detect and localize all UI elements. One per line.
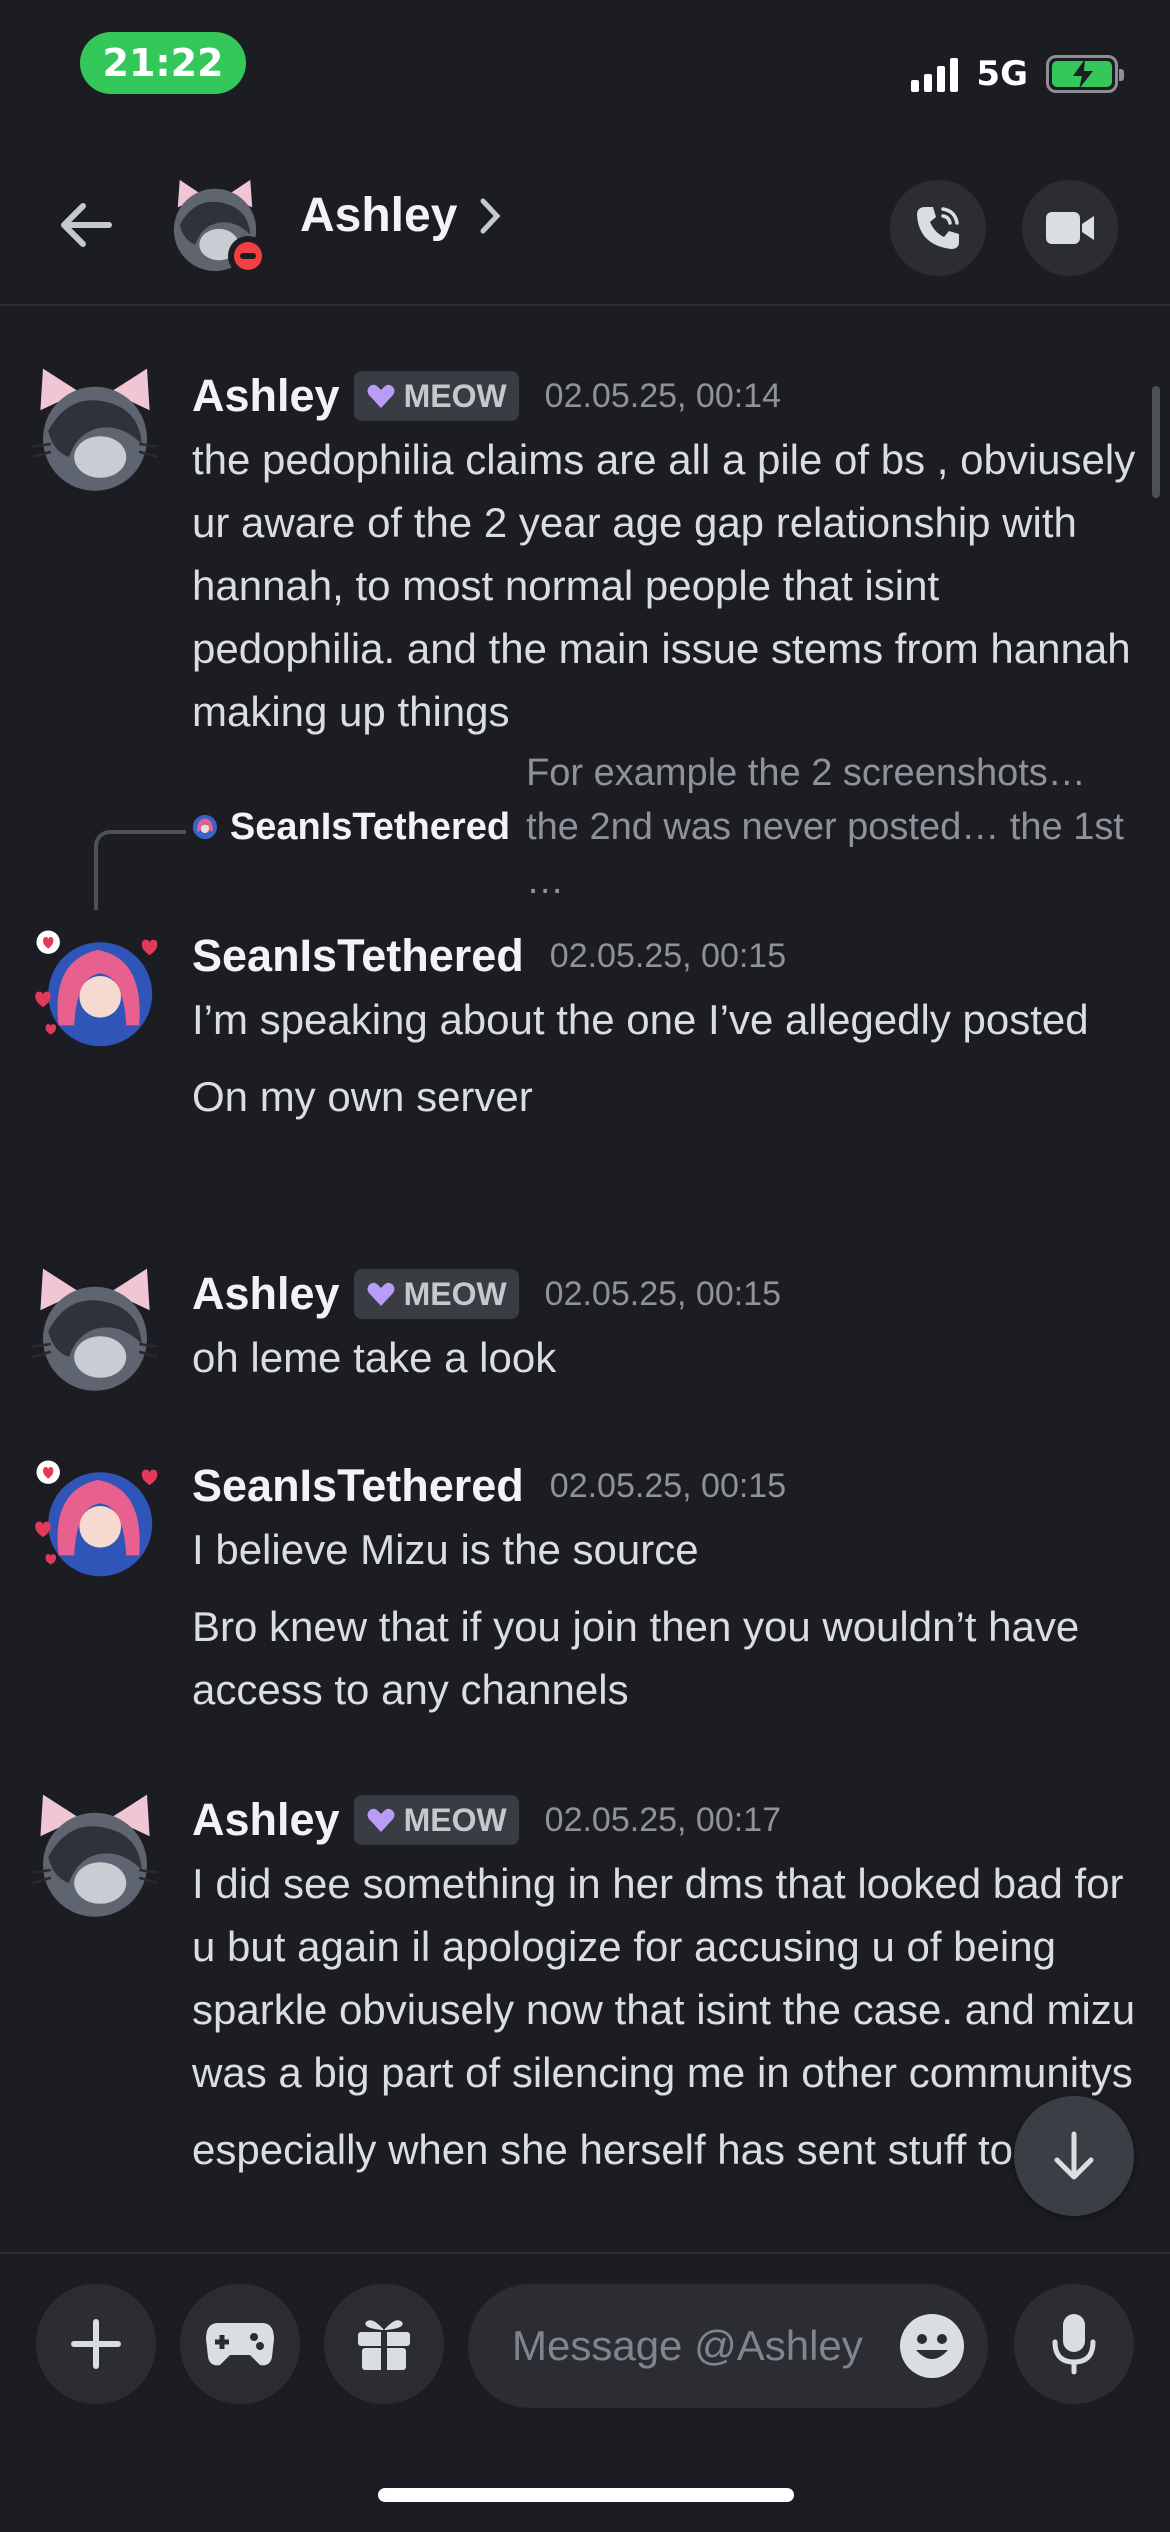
message-author[interactable]: Ashley bbox=[192, 370, 340, 422]
heart-gem-icon bbox=[367, 1282, 395, 1306]
gift-icon bbox=[358, 2320, 410, 2370]
seanistethered-avatar[interactable] bbox=[30, 924, 160, 1054]
voice-call-button[interactable] bbox=[890, 180, 986, 276]
status-indicators: 5G bbox=[911, 52, 1124, 96]
attach-button[interactable] bbox=[36, 2284, 156, 2404]
server-tag[interactable]: MEOW bbox=[353, 1795, 519, 1845]
back-arrow-icon bbox=[61, 203, 112, 247]
message-text[interactable]: On my own server bbox=[192, 1065, 1140, 1128]
message-timestamp: 02.05.25, 00:15 bbox=[544, 1274, 781, 1313]
message-text[interactable]: especially when she herself has sent stu… bbox=[192, 2118, 1140, 2181]
video-call-button[interactable] bbox=[1022, 180, 1118, 276]
status-bar: 21:22 5G bbox=[0, 0, 1170, 140]
server-tag[interactable]: MEOW bbox=[353, 371, 519, 421]
dm-header: Ashley bbox=[0, 140, 1170, 306]
gift-button[interactable] bbox=[324, 2284, 444, 2404]
ashley-avatar[interactable] bbox=[30, 1266, 160, 1396]
message-timestamp: 02.05.25, 00:15 bbox=[549, 936, 787, 975]
battery-charging-icon bbox=[1046, 55, 1124, 93]
back-button[interactable] bbox=[50, 190, 120, 260]
message-author[interactable]: SeanIsTethered bbox=[192, 930, 524, 982]
reply-connector bbox=[94, 830, 186, 910]
message-author[interactable]: SeanIsTethered bbox=[192, 1460, 524, 1512]
scrollbar[interactable] bbox=[1152, 386, 1160, 498]
message-text[interactable]: I did see something in her dms that look… bbox=[192, 1852, 1140, 2104]
ashley-avatar[interactable] bbox=[30, 1792, 160, 1922]
jump-to-present-button[interactable] bbox=[1014, 2096, 1134, 2216]
cellular-signal-icon bbox=[911, 56, 959, 92]
server-tag-label: MEOW bbox=[403, 377, 507, 414]
status-time: 21:22 bbox=[80, 32, 246, 94]
server-tag-label: MEOW bbox=[403, 1801, 507, 1838]
message-timestamp: 02.05.25, 00:17 bbox=[544, 1800, 781, 1839]
video-camera-icon bbox=[1046, 212, 1094, 244]
arrow-down-icon bbox=[1054, 2131, 1094, 2180]
message-timestamp: 02.05.25, 00:14 bbox=[544, 376, 781, 415]
message-text[interactable]: the pedophilia claims are all a pile of … bbox=[192, 428, 1140, 743]
dm-recipient-name[interactable]: Ashley bbox=[300, 188, 457, 243]
message-author[interactable]: Ashley bbox=[192, 1794, 340, 1846]
reply-text: For example the 2 screenshots… the 2nd w… bbox=[526, 752, 1124, 902]
reply-preview[interactable]: SeanIsTethered For example the 2 screens… bbox=[192, 752, 1132, 902]
microphone-icon bbox=[1052, 2314, 1096, 2375]
message-text[interactable]: I’m speaking about the one I’ve allegedl… bbox=[192, 988, 1140, 1051]
activities-button[interactable] bbox=[180, 2284, 300, 2404]
message-timestamp: 02.05.25, 00:15 bbox=[549, 1466, 787, 1505]
message-text[interactable]: Bro knew that if you join then you would… bbox=[192, 1595, 1140, 1721]
heart-gem-icon bbox=[367, 384, 395, 408]
network-type: 5G bbox=[976, 54, 1028, 94]
message-input[interactable] bbox=[510, 2321, 870, 2371]
seanistethered-avatar[interactable] bbox=[30, 1454, 160, 1584]
seanistethered-avatar bbox=[192, 814, 218, 840]
ashley-avatar[interactable] bbox=[30, 366, 160, 496]
do-not-disturb-status bbox=[228, 236, 268, 276]
reply-author: SeanIsTethered bbox=[229, 805, 511, 848]
emoji-icon bbox=[902, 2316, 962, 2376]
emoji-button[interactable] bbox=[900, 2314, 964, 2378]
message-input-container[interactable] bbox=[468, 2284, 988, 2408]
server-tag-label: MEOW bbox=[403, 1275, 507, 1312]
server-tag[interactable]: MEOW bbox=[353, 1269, 519, 1319]
chevron-right-icon[interactable] bbox=[478, 196, 502, 236]
plus-icon bbox=[71, 2319, 121, 2369]
message-list[interactable]: Ashley MEOW 02.05.25, 00:14 the pedophil… bbox=[0, 308, 1170, 2252]
message-text[interactable]: oh leme take a look bbox=[192, 1326, 1140, 1389]
gamepad-icon bbox=[206, 2323, 274, 2366]
voice-message-button[interactable] bbox=[1014, 2284, 1134, 2404]
phone-icon bbox=[917, 207, 959, 249]
message-text[interactable]: I believe Mizu is the source bbox=[192, 1518, 1140, 1581]
message-author[interactable]: Ashley bbox=[192, 1268, 340, 1320]
heart-gem-icon bbox=[367, 1808, 395, 1832]
home-indicator[interactable] bbox=[378, 2488, 794, 2502]
